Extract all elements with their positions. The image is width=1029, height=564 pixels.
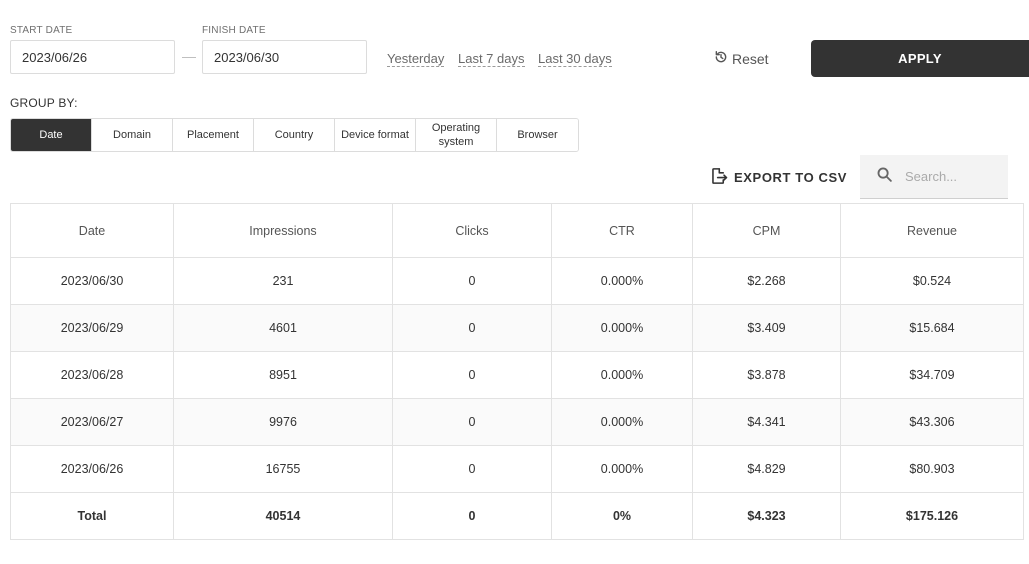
group-tab-country[interactable]: Country <box>254 119 335 151</box>
column-header-cpm[interactable]: CPM <box>692 203 841 258</box>
cell-cpm: $4.341 <box>692 398 841 446</box>
cell-revenue: $80.903 <box>840 445 1024 493</box>
total-ctr: 0% <box>551 492 693 540</box>
report-table: Date Impressions Clicks CTR CPM Revenue … <box>10 203 1024 540</box>
table-row: 2023/06/26 16755 0 0.000% $4.829 $80.903 <box>10 445 1024 493</box>
group-tab-device-format[interactable]: Device format <box>335 119 416 151</box>
cell-impressions: 4601 <box>173 304 393 352</box>
cell-date: 2023/06/28 <box>10 351 174 399</box>
total-clicks: 0 <box>392 492 552 540</box>
reset-label: Reset <box>732 50 769 67</box>
column-header-impressions[interactable]: Impressions <box>173 203 393 258</box>
cell-date: 2023/06/26 <box>10 445 174 493</box>
cell-clicks: 0 <box>392 445 552 493</box>
table-total-row: Total 40514 0 0% $4.323 $175.126 <box>10 492 1024 540</box>
total-cpm: $4.323 <box>692 492 841 540</box>
cell-clicks: 0 <box>392 304 552 352</box>
column-header-ctr[interactable]: CTR <box>551 203 693 258</box>
table-row: 2023/06/29 4601 0 0.000% $3.409 $15.684 <box>10 304 1024 352</box>
group-tab-placement[interactable]: Placement <box>173 119 254 151</box>
cell-date: 2023/06/27 <box>10 398 174 446</box>
cell-cpm: $4.829 <box>692 445 841 493</box>
group-by-tabs: Date Domain Placement Country Device for… <box>10 118 579 152</box>
table-row: 2023/06/30 231 0 0.000% $2.268 $0.524 <box>10 257 1024 305</box>
cell-cpm: $3.878 <box>692 351 841 399</box>
date-separator: — <box>182 48 196 64</box>
cell-impressions: 9976 <box>173 398 393 446</box>
cell-ctr: 0.000% <box>551 351 693 399</box>
cell-revenue: $15.684 <box>840 304 1024 352</box>
table-header-row: Date Impressions Clicks CTR CPM Revenue <box>10 203 1024 258</box>
group-tab-domain[interactable]: Domain <box>92 119 173 151</box>
table-row: 2023/06/27 9976 0 0.000% $4.341 $43.306 <box>10 398 1024 446</box>
quick-range-yesterday[interactable]: Yesterday <box>387 51 445 67</box>
group-tab-browser[interactable]: Browser <box>497 119 578 151</box>
start-date-label: START DATE <box>10 25 73 36</box>
quick-range-last-7-days[interactable]: Last 7 days <box>458 51 525 67</box>
column-header-revenue[interactable]: Revenue <box>840 203 1024 258</box>
cell-cpm: $2.268 <box>692 257 841 305</box>
cell-ctr: 0.000% <box>551 257 693 305</box>
export-csv-button[interactable]: EXPORT TO CSV <box>709 166 847 189</box>
column-header-date[interactable]: Date <box>10 203 174 258</box>
cell-revenue: $34.709 <box>840 351 1024 399</box>
total-label: Total <box>10 492 174 540</box>
total-impressions: 40514 <box>173 492 393 540</box>
cell-clicks: 0 <box>392 398 552 446</box>
cell-clicks: 0 <box>392 351 552 399</box>
start-date-input[interactable]: 2023/06/26 <box>10 40 175 74</box>
cell-ctr: 0.000% <box>551 445 693 493</box>
total-revenue: $175.126 <box>840 492 1024 540</box>
search-box[interactable] <box>860 155 1008 199</box>
cell-ctr: 0.000% <box>551 398 693 446</box>
reset-button[interactable]: Reset <box>714 50 769 67</box>
group-by-label: GROUP BY: <box>10 96 78 110</box>
cell-impressions: 8951 <box>173 351 393 399</box>
cell-impressions: 231 <box>173 257 393 305</box>
cell-date: 2023/06/30 <box>10 257 174 305</box>
reset-icon <box>714 50 728 67</box>
cell-revenue: $0.524 <box>840 257 1024 305</box>
cell-ctr: 0.000% <box>551 304 693 352</box>
cell-revenue: $43.306 <box>840 398 1024 446</box>
group-tab-operating-system[interactable]: Operating system <box>416 119 497 151</box>
quick-range-last-30-days[interactable]: Last 30 days <box>538 51 612 67</box>
finish-date-label: FINISH DATE <box>202 25 266 36</box>
finish-date-input[interactable]: 2023/06/30 <box>202 40 367 74</box>
cell-cpm: $3.409 <box>692 304 841 352</box>
cell-clicks: 0 <box>392 257 552 305</box>
search-icon <box>876 166 893 188</box>
search-input[interactable] <box>903 168 997 185</box>
table-row: 2023/06/28 8951 0 0.000% $3.878 $34.709 <box>10 351 1024 399</box>
group-tab-date[interactable]: Date <box>11 119 92 151</box>
column-header-clicks[interactable]: Clicks <box>392 203 552 258</box>
cell-impressions: 16755 <box>173 445 393 493</box>
export-icon <box>709 166 728 189</box>
apply-button[interactable]: APPLY <box>811 40 1029 77</box>
cell-date: 2023/06/29 <box>10 304 174 352</box>
export-csv-label: EXPORT TO CSV <box>734 170 848 185</box>
